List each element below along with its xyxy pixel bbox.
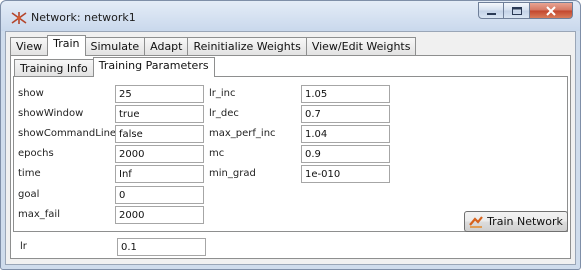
param-input-max_fail[interactable] bbox=[115, 206, 204, 224]
tab-training-parameters[interactable]: Training Parameters bbox=[92, 57, 215, 77]
param-input-lr[interactable] bbox=[117, 238, 206, 256]
network-window: Network: network1 View Train Simulate Ad… bbox=[0, 0, 581, 270]
tab-view[interactable]: View bbox=[10, 37, 49, 56]
title-bar[interactable]: Network: network1 bbox=[1, 1, 580, 31]
param-label-lr: lr bbox=[20, 241, 27, 252]
param-label-lr_dec: lr_dec bbox=[209, 108, 239, 119]
window-title: Network: network1 bbox=[31, 11, 136, 24]
param-label-mc: mc bbox=[209, 148, 225, 159]
param-label-goal: goal bbox=[18, 189, 40, 200]
tab-view-edit-weights[interactable]: View/Edit Weights bbox=[305, 37, 417, 56]
param-input-goal[interactable] bbox=[115, 186, 204, 204]
param-input-showWindow[interactable] bbox=[115, 105, 204, 123]
close-button[interactable] bbox=[530, 2, 573, 19]
maximize-icon bbox=[512, 7, 522, 15]
train-network-icon bbox=[469, 215, 483, 228]
param-label-max_perf_inc: max_perf_inc bbox=[209, 128, 276, 139]
param-input-mc[interactable] bbox=[301, 145, 390, 163]
train-subtabs: Training Info Training Parameters bbox=[14, 57, 215, 77]
network-app-icon bbox=[11, 10, 27, 24]
maximize-button[interactable] bbox=[504, 2, 530, 19]
param-label-showCommandLine: showCommandLine bbox=[18, 128, 117, 139]
main-tabs: View Train Simulate Adapt Reinitialize W… bbox=[10, 35, 417, 56]
param-label-lr_inc: lr_inc bbox=[209, 88, 236, 99]
param-input-lr_inc[interactable] bbox=[301, 85, 390, 103]
tab-adapt[interactable]: Adapt bbox=[144, 37, 189, 56]
param-label-time: time bbox=[18, 168, 41, 179]
minimize-button[interactable] bbox=[478, 2, 504, 19]
param-input-show[interactable] bbox=[115, 85, 204, 103]
tab-reinitialize-weights[interactable]: Reinitialize Weights bbox=[187, 37, 307, 56]
param-input-epochs[interactable] bbox=[115, 145, 204, 163]
tab-training-info[interactable]: Training Info bbox=[14, 59, 94, 77]
close-icon bbox=[546, 6, 556, 16]
param-input-showCommandLine[interactable] bbox=[115, 125, 204, 143]
param-label-max_fail: max_fail bbox=[18, 209, 60, 220]
window-controls bbox=[478, 2, 573, 19]
param-label-min_grad: min_grad bbox=[209, 168, 256, 179]
tab-simulate[interactable]: Simulate bbox=[84, 37, 146, 56]
tab-train[interactable]: Train bbox=[47, 35, 86, 56]
param-label-showWindow: showWindow bbox=[18, 108, 84, 119]
minimize-icon bbox=[487, 13, 496, 15]
param-input-max_perf_inc[interactable] bbox=[301, 125, 390, 143]
param-input-lr_dec[interactable] bbox=[301, 105, 390, 123]
training-parameters-panel: show showWindow showCommandLine epochs t… bbox=[13, 76, 568, 232]
train-network-button[interactable]: Train Network bbox=[464, 211, 568, 232]
param-label-epochs: epochs bbox=[18, 148, 54, 159]
param-label-show: show bbox=[18, 88, 44, 99]
param-input-time[interactable] bbox=[115, 165, 204, 183]
train-network-label: Train Network bbox=[487, 215, 563, 228]
param-input-min_grad[interactable] bbox=[301, 165, 390, 183]
